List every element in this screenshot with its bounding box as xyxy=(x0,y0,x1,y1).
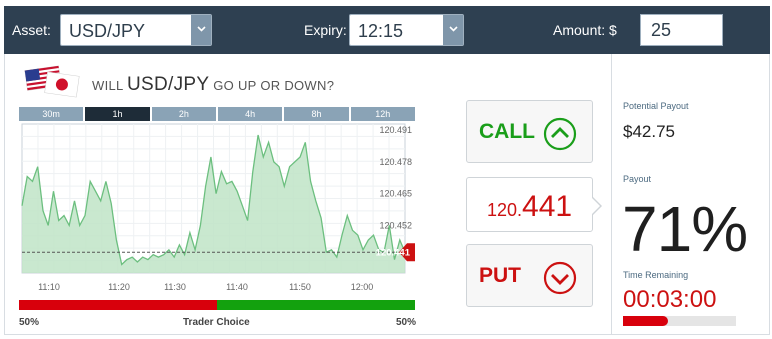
chevron-down-icon[interactable] xyxy=(191,15,211,45)
tab-12h[interactable]: 12h xyxy=(350,107,415,121)
y-tick-label: 120.478 xyxy=(379,157,412,167)
tab-30m[interactable]: 30m xyxy=(19,107,84,121)
expiry-select[interactable]: 12:15 xyxy=(349,14,464,46)
amount-label: Amount: $ xyxy=(553,22,617,38)
asset-label: Asset: xyxy=(12,22,51,38)
asset-select-value: USD/JPY xyxy=(69,21,146,41)
time-remaining-bar xyxy=(623,316,736,326)
y-tick-label: 120.452 xyxy=(379,220,412,230)
sentiment-put-share xyxy=(19,300,217,310)
price-prefix: 120. xyxy=(487,200,523,220)
question-prefix: WILL xyxy=(92,78,124,93)
x-tick-label: 11:20 xyxy=(108,282,130,292)
trading-widget: Asset: USD/JPY Expiry: 12:15 Amount: $ 2… xyxy=(0,0,772,339)
price-chart: 120.491 120.478 120.465 120.452 120.441 11:10… xyxy=(19,121,415,299)
put-button-label: PUT xyxy=(479,264,521,287)
tab-2h[interactable]: 2h xyxy=(151,107,216,121)
x-tick-label: 11:30 xyxy=(164,282,186,292)
payout-panel: Potential Payout $42.75 Payout 71% Time … xyxy=(611,54,770,335)
usd-jpy-flags-icon xyxy=(24,65,80,98)
question-suffix: GO UP OR DOWN? xyxy=(213,78,335,93)
payout-percentage: 71% xyxy=(622,193,748,265)
asset-select[interactable]: USD/JPY xyxy=(60,14,212,46)
sentiment-right-label: 50% xyxy=(396,317,417,328)
price-chart-svg: 120.491 120.478 120.465 120.452 120.441 11:10… xyxy=(21,123,415,292)
timeframe-tabs: 30m 1h 2h 4h 8h 12h xyxy=(19,107,415,121)
chevron-down-icon[interactable] xyxy=(443,15,463,45)
time-remaining-value: 00:03:00 xyxy=(623,286,717,313)
y-tick-label: 120.491 xyxy=(379,125,412,135)
direction-question: WILL USD/JPY GO UP OR DOWN? xyxy=(92,74,334,96)
price-emphasis: 441 xyxy=(522,190,573,223)
put-button[interactable]: PUT xyxy=(466,244,593,307)
expiry-label: Expiry: xyxy=(304,22,347,38)
call-button-label: CALL xyxy=(479,120,535,143)
potential-payout-value: $42.75 xyxy=(623,122,675,141)
x-tick-label: 11:50 xyxy=(289,282,311,292)
x-tick-label: 11:10 xyxy=(38,282,60,292)
sentiment-bar xyxy=(19,300,415,310)
x-tick-label: 11:40 xyxy=(226,282,248,292)
time-remaining-label: Time Remaining xyxy=(623,270,689,280)
tab-8h[interactable]: 8h xyxy=(284,107,349,121)
amount-input[interactable]: 25 xyxy=(640,14,723,46)
call-button[interactable]: CALL xyxy=(466,100,593,163)
potential-payout-label: Potential Payout xyxy=(623,101,689,111)
price-box-pointer-inner xyxy=(591,197,600,215)
sentiment-call-share xyxy=(217,300,415,310)
chevron-down-circle-icon xyxy=(543,261,577,295)
sentiment-left-label: 50% xyxy=(19,317,40,328)
expiry-select-value: 12:15 xyxy=(358,21,404,41)
sentiment-center-label: Trader Choice xyxy=(183,317,250,328)
y-tick-label: 120.465 xyxy=(379,189,412,199)
chevron-up-circle-icon xyxy=(543,117,577,151)
tab-4h[interactable]: 4h xyxy=(217,107,283,121)
x-tick-label: 12:00 xyxy=(351,282,374,292)
time-remaining-bar-fill xyxy=(623,316,669,326)
question-pair: USD/JPY xyxy=(126,74,210,95)
payout-label: Payout xyxy=(623,174,652,184)
current-price-tag-label: 120.441 xyxy=(376,248,411,259)
current-price-box: 120.441 xyxy=(466,177,593,232)
tab-1h[interactable]: 1h xyxy=(85,107,150,121)
